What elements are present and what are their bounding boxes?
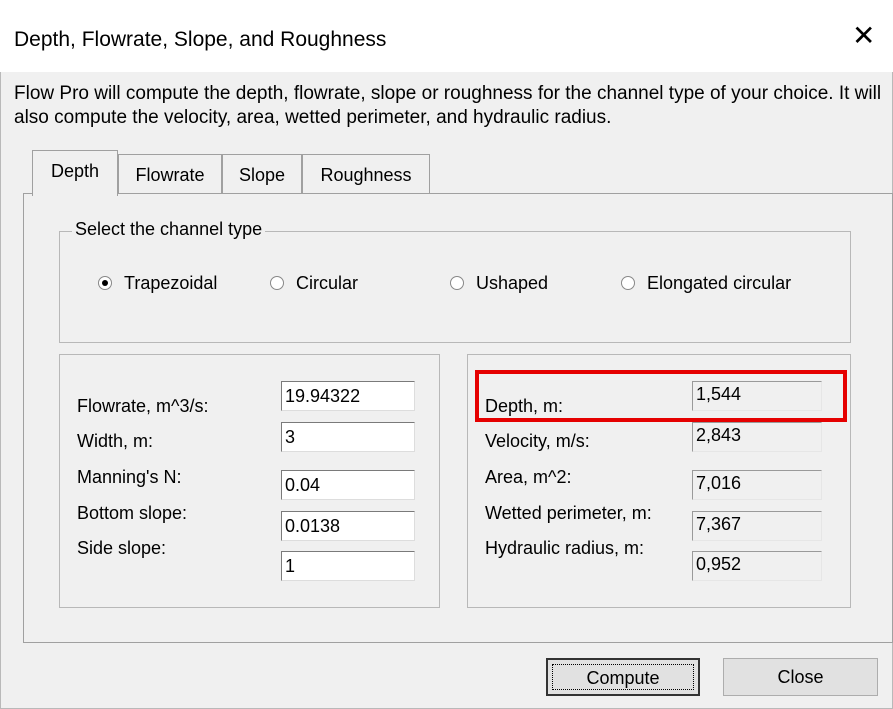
title-bar: Depth, Flowrate, Slope, and Roughness ✕	[0, 0, 893, 72]
hydraulic-radius-output-label: Hydraulic radius, m:	[485, 538, 645, 558]
depth-highlight-box	[475, 370, 847, 422]
radio-trapezoidal-label: Trapezoidal	[124, 273, 218, 293]
channel-type-group-label: Select the channel type	[72, 219, 266, 240]
hydraulic-radius-output-value: 0,952	[692, 551, 822, 581]
radio-ushaped-label: Ushaped	[476, 273, 549, 293]
width-input[interactable]	[281, 422, 415, 452]
tab-depth[interactable]: Depth	[32, 150, 118, 196]
description-text: Flow Pro will compute the depth, flowrat…	[14, 83, 882, 128]
close-button-label: Close	[777, 667, 824, 687]
radio-selected-icon	[98, 276, 112, 290]
velocity-output-label: Velocity, m/s:	[485, 431, 590, 451]
flowrate-label: Flowrate, m^3/s:	[77, 396, 209, 416]
radio-circular-label: Circular	[296, 273, 359, 293]
side-slope-label: Side slope:	[77, 538, 167, 558]
width-label: Width, m:	[77, 431, 154, 451]
wetted-perimeter-output-label: Wetted perimeter, m:	[485, 503, 652, 523]
window-title: Depth, Flowrate, Slope, and Roughness	[14, 28, 387, 51]
close-icon[interactable]: ✕	[852, 22, 875, 50]
radio-trapezoidal[interactable]: Trapezoidal	[98, 271, 217, 295]
area-output-value: 7,016	[692, 470, 822, 500]
area-output-label: Area, m^2:	[485, 467, 572, 487]
tab-roughness[interactable]: Roughness	[302, 154, 430, 194]
close-button[interactable]: Close	[723, 658, 878, 696]
wetted-perimeter-output-value: 7,367	[692, 511, 822, 541]
side-slope-input[interactable]	[281, 551, 415, 581]
radio-unselected-icon	[270, 276, 284, 290]
radio-circular[interactable]: Circular	[270, 271, 358, 295]
radio-unselected-icon	[621, 276, 635, 290]
mannings-n-input[interactable]	[281, 470, 415, 500]
compute-button[interactable]: Compute	[546, 658, 700, 696]
radio-elongated-circular[interactable]: Elongated circular	[621, 271, 791, 295]
tab-slope[interactable]: Slope	[222, 154, 302, 194]
flowrate-input[interactable]	[281, 381, 415, 411]
mannings-n-label: Manning's N:	[77, 467, 182, 487]
bottom-slope-input[interactable]	[281, 511, 415, 541]
radio-unselected-icon	[450, 276, 464, 290]
radio-elongated-circular-label: Elongated circular	[647, 273, 792, 293]
bottom-slope-label: Bottom slope:	[77, 503, 188, 523]
tab-flowrate[interactable]: Flowrate	[118, 154, 222, 194]
radio-ushaped[interactable]: Ushaped	[450, 271, 548, 295]
velocity-output-value: 2,843	[692, 422, 822, 452]
